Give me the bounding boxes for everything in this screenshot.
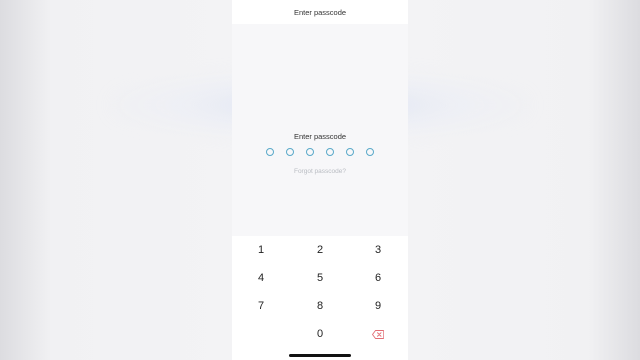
passcode-dot	[326, 148, 334, 156]
backspace-button[interactable]	[349, 320, 407, 348]
key-1[interactable]: 1	[232, 236, 290, 264]
passcode-screen: Enter passcode Enter passcode Forgot pas…	[232, 0, 408, 360]
key-2[interactable]: 2	[291, 236, 349, 264]
page-title: Enter passcode	[293, 7, 347, 17]
top-bar: Enter passcode	[232, 0, 408, 24]
forgot-passcode-link[interactable]: Forgot passcode?	[232, 168, 408, 175]
key-7[interactable]: 7	[232, 292, 290, 320]
home-indicator	[289, 354, 351, 357]
key-4[interactable]: 4	[232, 264, 290, 292]
key-6[interactable]: 6	[349, 264, 407, 292]
key-5[interactable]: 5	[291, 264, 349, 292]
key-3[interactable]: 3	[349, 236, 407, 264]
numeric-keypad: 1 2 3 4 5 6 7 8 9 0	[232, 236, 408, 360]
passcode-area: Enter passcode Forgot passcode?	[232, 24, 408, 236]
passcode-dot	[346, 148, 354, 156]
backspace-icon	[372, 329, 384, 339]
passcode-dot	[266, 148, 274, 156]
passcode-dot	[306, 148, 314, 156]
passcode-dot	[366, 148, 374, 156]
passcode-prompt: Enter passcode	[293, 132, 347, 141]
key-9[interactable]: 9	[349, 292, 407, 320]
key-0[interactable]: 0	[291, 320, 349, 348]
passcode-dots	[232, 148, 408, 156]
key-8[interactable]: 8	[291, 292, 349, 320]
passcode-dot	[286, 148, 294, 156]
